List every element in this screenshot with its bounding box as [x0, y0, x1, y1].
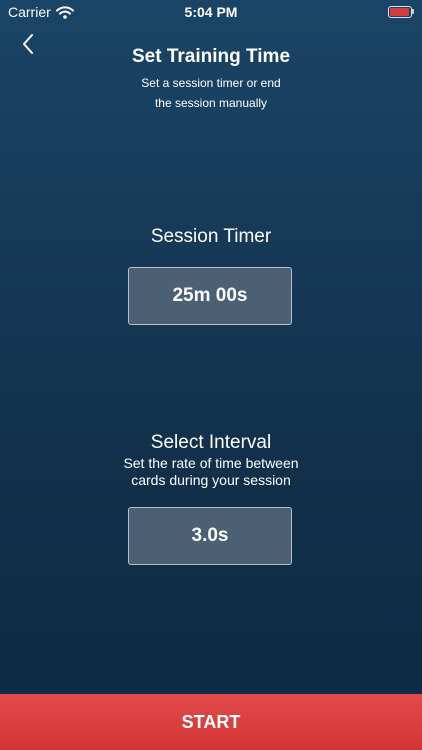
status-bar: Carrier 5:04 PM — [0, 0, 422, 24]
interval-button[interactable]: 3.0s — [128, 507, 292, 565]
interval-value: 3.0s — [191, 525, 229, 546]
battery-icon — [388, 6, 414, 18]
battery-level — [390, 8, 409, 16]
interval-title: Select Interval — [150, 432, 272, 453]
session-timer-value: 25m 00s — [172, 285, 248, 306]
interval-description-line-2: cards during your session — [131, 472, 291, 488]
interval-description: Set the rate of time between cards durin… — [0, 455, 422, 489]
interval-description-line-1: Set the rate of time between — [123, 455, 299, 471]
subtitle-line-1: Set a session timer or end — [141, 76, 281, 90]
session-timer-button[interactable]: 25m 00s — [128, 267, 292, 325]
battery-cap — [412, 9, 414, 14]
page-title: Set Training Time — [131, 46, 291, 67]
session-timer-title: Session Timer — [150, 226, 272, 247]
status-time: 5:04 PM — [184, 4, 238, 20]
page-subtitle: Set a session timer or end the session m… — [0, 73, 422, 113]
start-label: START — [181, 711, 241, 732]
subtitle-line-2: the session manually — [154, 96, 268, 110]
start-button[interactable]: START — [0, 694, 422, 750]
